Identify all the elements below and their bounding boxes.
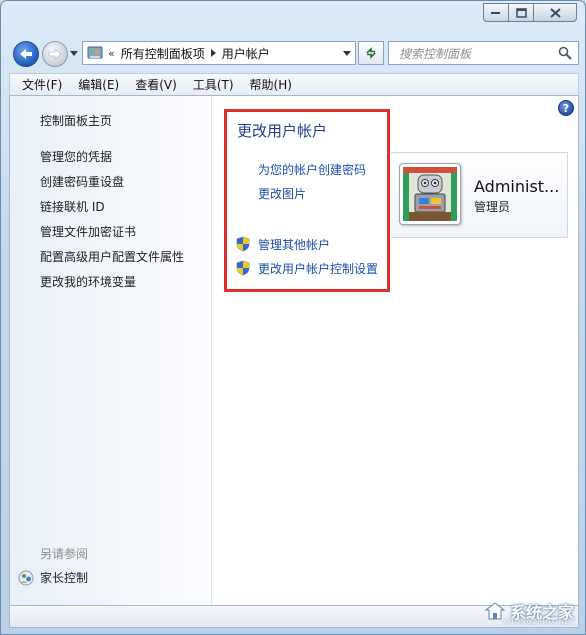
address-dropdown-icon[interactable] (343, 51, 351, 56)
menu-help[interactable]: 帮助(H) (242, 74, 300, 95)
manage-other-accounts-link[interactable]: 管理其他帐户 (258, 236, 330, 253)
change-account-tasks: 更改用户帐户 为您的帐户创建密码 更改图片 管理其他帐户 更改用户帐户控制设置 (224, 109, 390, 292)
uac-settings-link[interactable]: 更改用户帐户控制设置 (258, 260, 378, 277)
page-title: 更改用户帐户 (237, 122, 328, 140)
parental-controls-icon (18, 570, 34, 585)
minimize-icon (491, 11, 500, 14)
control-panel-icon (87, 46, 103, 59)
task-pane: 控制面板主页 管理您的凭据 创建密码重设盘 链接联机 ID 管理文件加密证书 配… (10, 96, 212, 605)
search-input[interactable]: 搜索控制面板 (389, 45, 558, 62)
address-bar[interactable]: « 所有控制面板项 用户帐户 (82, 41, 356, 65)
watermark-logo-icon (484, 602, 506, 620)
minimize-button[interactable] (483, 3, 509, 22)
caption-buttons (483, 3, 577, 22)
see-also-heading: 另请参阅 (40, 547, 89, 561)
sidebar-item-encryption-certs[interactable]: 管理文件加密证书 (40, 223, 136, 240)
sidebar-item-reset-disk[interactable]: 创建密码重设盘 (40, 173, 124, 190)
forward-button[interactable] (42, 41, 68, 67)
watermark-subtext: XITONGZHIJIA.NET (502, 619, 574, 626)
recent-pages-dropdown[interactable] (70, 51, 78, 56)
menu-bar: 文件(F) 编辑(E) 查看(V) 工具(T) 帮助(H) (9, 73, 579, 95)
close-icon (549, 7, 561, 18)
uac-shield-icon (236, 236, 250, 252)
menu-tools[interactable]: 工具(T) (185, 74, 242, 95)
maximize-icon (515, 7, 527, 18)
window-frame: « 所有控制面板项 用户帐户 搜索控制面板 文件(F) 编辑(E) 查看(V) … (0, 0, 586, 635)
search-box[interactable]: 搜索控制面板 (388, 41, 579, 65)
menu-view[interactable]: 查看(V) (127, 74, 185, 95)
search-icon[interactable] (558, 46, 572, 60)
avatar[interactable] (399, 163, 461, 225)
watermark: 系统之家 XITONGZHIJIA.NET (484, 599, 574, 626)
content-area: 控制面板主页 管理您的凭据 创建密码重设盘 链接联机 ID 管理文件加密证书 配… (9, 95, 579, 606)
breadcrumb-all-items[interactable]: 所有控制面板项 (121, 45, 205, 62)
sidebar-item-credentials[interactable]: 管理您的凭据 (40, 148, 112, 165)
sidebar-item-parental-controls[interactable]: 家长控制 (18, 569, 88, 586)
create-password-link[interactable]: 为您的帐户创建密码 (258, 161, 366, 178)
refresh-icon (366, 47, 376, 59)
sidebar-item-home[interactable]: 控制面板主页 (40, 112, 112, 129)
maximize-button[interactable] (508, 3, 534, 22)
change-picture-link[interactable]: 更改图片 (258, 185, 306, 202)
uac-shield-icon (236, 260, 250, 276)
robot-avatar-icon (403, 167, 457, 221)
account-name: Administ... (474, 177, 560, 196)
back-button[interactable] (13, 41, 39, 67)
breadcrumb-user-accounts[interactable]: 用户帐户 (222, 45, 270, 62)
forward-arrow-icon (48, 48, 62, 60)
status-bar: 系统之家 XITONGZHIJIA.NET (9, 602, 579, 628)
account-tile: Administ... 管理员 (391, 152, 568, 238)
menu-edit[interactable]: 编辑(E) (70, 74, 127, 95)
breadcrumb-overflow[interactable]: « (108, 47, 115, 60)
breadcrumb-separator-icon[interactable] (210, 49, 216, 57)
parental-controls-label: 家长控制 (40, 571, 89, 585)
help-icon[interactable]: ? (558, 100, 574, 116)
navigation-bar: « 所有控制面板项 用户帐户 搜索控制面板 (9, 37, 579, 69)
sidebar-item-env-variables[interactable]: 更改我的环境变量 (40, 273, 136, 290)
sidebar-item-online-id[interactable]: 链接联机 ID (40, 198, 105, 215)
refresh-button[interactable] (358, 41, 384, 65)
close-button[interactable] (533, 3, 577, 22)
back-arrow-icon (20, 49, 32, 59)
menu-file[interactable]: 文件(F) (14, 74, 70, 95)
account-role: 管理员 (474, 200, 511, 214)
sidebar-item-profile-properties[interactable]: 配置高级用户配置文件属性 (40, 248, 184, 265)
